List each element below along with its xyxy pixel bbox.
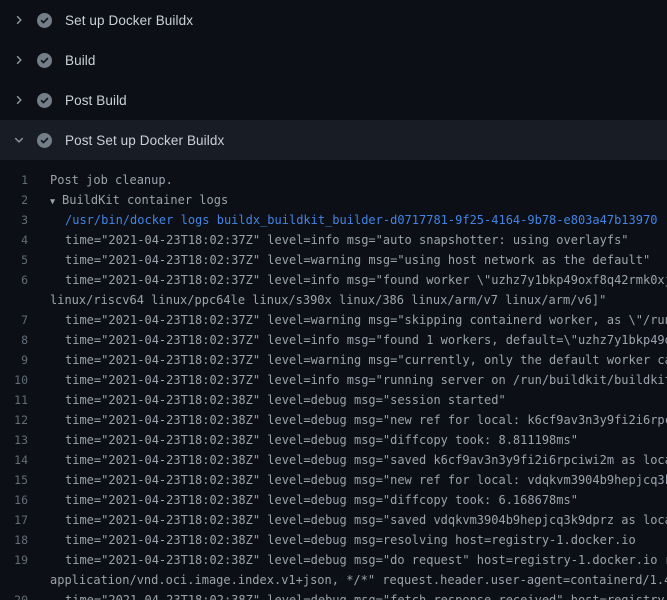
chevron-right-icon[interactable] bbox=[13, 54, 29, 66]
log-group-label[interactable]: BuildKit container logs bbox=[62, 193, 228, 207]
log-command-text: /usr/bin/docker logs buildx_buildkit_bui… bbox=[50, 210, 657, 230]
log-viewer: 1 Post job cleanup. 2 ▼BuildKit container l… bbox=[0, 160, 667, 600]
log-line: 18 time="2021-04-23T18:02:38Z" level=debu… bbox=[0, 530, 667, 550]
log-line-number[interactable]: 6 bbox=[0, 270, 28, 290]
log-line: 2 ▼BuildKit container logs bbox=[0, 190, 667, 210]
triangle-down-icon[interactable]: ▼ bbox=[50, 192, 62, 212]
log-line-number[interactable]: 11 bbox=[0, 390, 28, 410]
check-circle-icon bbox=[37, 133, 52, 148]
log-line-number[interactable]: 14 bbox=[0, 450, 28, 470]
log-line: 14 time="2021-04-23T18:02:38Z" level=debu… bbox=[0, 450, 667, 470]
log-text: time="2021-04-23T18:02:38Z" level=debug … bbox=[50, 450, 667, 470]
log-line: 17 time="2021-04-23T18:02:38Z" level=debu… bbox=[0, 510, 667, 530]
log-line: 3/usr/bin/docker logs buildx_buildkit_bu… bbox=[0, 210, 667, 230]
log-line: 5 time="2021-04-23T18:02:37Z" level=warni… bbox=[0, 250, 667, 270]
step-label: Build bbox=[65, 53, 96, 68]
log-line-number[interactable]: 13 bbox=[0, 430, 28, 450]
log-line-number[interactable]: 7 bbox=[0, 310, 28, 330]
log-line-number[interactable]: 20 bbox=[0, 590, 28, 600]
log-line: 9 time="2021-04-23T18:02:37Z" level=warni… bbox=[0, 350, 667, 370]
log-line: 7 time="2021-04-23T18:02:37Z" level=warni… bbox=[0, 310, 667, 330]
log-text: ▼BuildKit container logs bbox=[50, 190, 228, 210]
check-circle-icon bbox=[37, 93, 52, 108]
log-line-number[interactable]: 17 bbox=[0, 510, 28, 530]
log-text: time="2021-04-23T18:02:38Z" level=debug … bbox=[50, 530, 636, 550]
log-text: linux/riscv64 linux/ppc64le linux/s390x … bbox=[50, 290, 606, 310]
check-circle-icon bbox=[37, 53, 52, 68]
log-line: 20 time="2021-04-23T18:02:38Z" level=debu… bbox=[0, 590, 667, 600]
chevron-down-icon[interactable] bbox=[13, 134, 29, 146]
chevron-right-icon[interactable] bbox=[13, 94, 29, 106]
log-line: 16 time="2021-04-23T18:02:38Z" level=debu… bbox=[0, 490, 667, 510]
log-line-continuation: application/vnd.oci.image.index.v1+json,… bbox=[0, 570, 667, 590]
chevron-right-icon[interactable] bbox=[13, 14, 29, 26]
log-line-number[interactable]: 8 bbox=[0, 330, 28, 350]
log-text: time="2021-04-23T18:02:38Z" level=debug … bbox=[50, 590, 667, 600]
log-line: 10 time="2021-04-23T18:02:37Z" level=info… bbox=[0, 370, 667, 390]
log-line-number[interactable]: 4 bbox=[0, 230, 28, 250]
workflow-log-panel: Set up Docker Buildx Build Post Build Post … bbox=[0, 0, 667, 600]
step-row-build[interactable]: Build bbox=[0, 40, 667, 80]
log-text: time="2021-04-23T18:02:37Z" level=warnin… bbox=[50, 350, 667, 370]
log-line-number[interactable]: 9 bbox=[0, 350, 28, 370]
log-line-number[interactable]: 12 bbox=[0, 410, 28, 430]
log-line: 13 time="2021-04-23T18:02:38Z" level=debu… bbox=[0, 430, 667, 450]
log-text: time="2021-04-23T18:02:38Z" level=debug … bbox=[50, 490, 578, 510]
log-line: 8 time="2021-04-23T18:02:37Z" level=info … bbox=[0, 330, 667, 350]
log-line-number[interactable]: 2 bbox=[0, 190, 28, 210]
log-line: 6 time="2021-04-23T18:02:37Z" level=info … bbox=[0, 270, 667, 290]
log-text: time="2021-04-23T18:02:38Z" level=debug … bbox=[50, 430, 578, 450]
step-label: Set up Docker Buildx bbox=[65, 13, 193, 28]
log-line: 4 time="2021-04-23T18:02:37Z" level=info … bbox=[0, 230, 667, 250]
step-row-set-up-docker-buildx[interactable]: Set up Docker Buildx bbox=[0, 0, 667, 40]
log-line-number[interactable]: 5 bbox=[0, 250, 28, 270]
log-text: time="2021-04-23T18:02:37Z" level=info m… bbox=[50, 270, 667, 290]
log-line: 15 time="2021-04-23T18:02:38Z" level=debu… bbox=[0, 470, 667, 490]
log-text: Post job cleanup. bbox=[50, 170, 173, 190]
log-line: 1 Post job cleanup. bbox=[0, 170, 667, 190]
step-row-post-build[interactable]: Post Build bbox=[0, 80, 667, 120]
log-line-number[interactable]: 3 bbox=[0, 210, 28, 230]
log-line-number[interactable]: 10 bbox=[0, 370, 28, 390]
log-text: time="2021-04-23T18:02:38Z" level=debug … bbox=[50, 550, 667, 570]
log-line-continuation: linux/riscv64 linux/ppc64le linux/s390x … bbox=[0, 290, 667, 310]
log-line-number[interactable]: 19 bbox=[0, 550, 28, 570]
log-line-number[interactable]: 15 bbox=[0, 470, 28, 490]
step-row-post-set-up-docker-buildx[interactable]: Post Set up Docker Buildx bbox=[0, 120, 667, 160]
log-text: time="2021-04-23T18:02:38Z" level=debug … bbox=[50, 510, 667, 530]
log-line: 12 time="2021-04-23T18:02:38Z" level=debu… bbox=[0, 410, 667, 430]
log-text: time="2021-04-23T18:02:37Z" level=info m… bbox=[50, 230, 629, 250]
step-label: Post Set up Docker Buildx bbox=[65, 133, 224, 148]
log-text: time="2021-04-23T18:02:38Z" level=debug … bbox=[50, 470, 667, 490]
check-circle-icon bbox=[37, 13, 52, 28]
log-line: 19 time="2021-04-23T18:02:38Z" level=debu… bbox=[0, 550, 667, 570]
log-text: time="2021-04-23T18:02:38Z" level=debug … bbox=[50, 410, 667, 430]
log-line-number bbox=[0, 570, 28, 590]
log-text: time="2021-04-23T18:02:37Z" level=info m… bbox=[50, 370, 667, 390]
steps-list: Set up Docker Buildx Build Post Build Post … bbox=[0, 0, 667, 160]
step-label: Post Build bbox=[65, 93, 127, 108]
log-text: time="2021-04-23T18:02:38Z" level=debug … bbox=[50, 390, 506, 410]
log-line-number[interactable]: 16 bbox=[0, 490, 28, 510]
log-line-number bbox=[0, 290, 28, 310]
log-text: application/vnd.oci.image.index.v1+json,… bbox=[50, 570, 667, 590]
log-line: 11 time="2021-04-23T18:02:38Z" level=debu… bbox=[0, 390, 667, 410]
log-text: time="2021-04-23T18:02:37Z" level=warnin… bbox=[50, 250, 650, 270]
log-text: time="2021-04-23T18:02:37Z" level=warnin… bbox=[50, 310, 667, 330]
log-line-number[interactable]: 1 bbox=[0, 170, 28, 190]
log-line-number[interactable]: 18 bbox=[0, 530, 28, 550]
log-text: time="2021-04-23T18:02:37Z" level=info m… bbox=[50, 330, 667, 350]
